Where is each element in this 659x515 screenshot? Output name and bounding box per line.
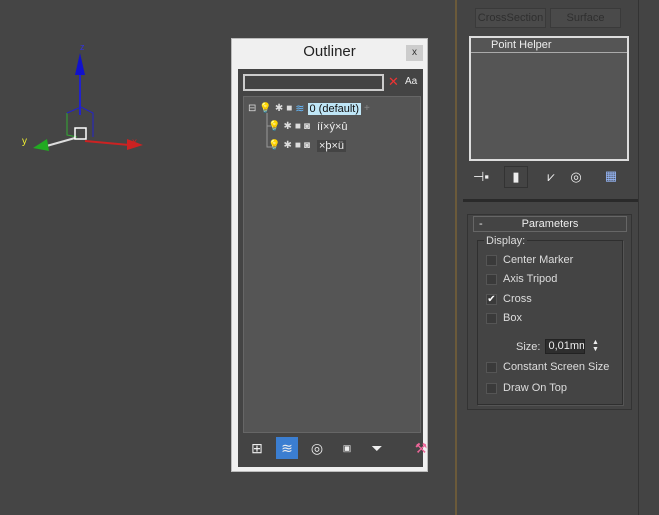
x-axis-label: x	[132, 137, 137, 148]
checkbox-label: Draw On Top	[503, 382, 567, 394]
checkmark-icon[interactable]: ✔	[486, 293, 497, 305]
make-unique-icon[interactable]: ◎	[568, 169, 584, 185]
size-spinner[interactable]: ▲ ▼	[590, 339, 600, 354]
tree-item-layer-default[interactable]: ⊟ 💡 ✱ ■ ≋ 0 (default) +	[248, 101, 370, 116]
outliner-window: Outliner x ✕ Aa ⊟ 💡 ✱ ■ ≋ 0 (default) + 💡 ✱ ■ ◙ íí…	[231, 38, 428, 472]
outliner-toolbar: ⊞ ≋ ◎ ▣ ⏷ ⚒	[246, 437, 432, 459]
layers-icon[interactable]: ≋	[276, 437, 298, 459]
modifier-active-icon[interactable]: ▮	[504, 166, 528, 188]
add-to-layer-icon[interactable]: +	[364, 103, 370, 114]
configure-modifier-sets-icon[interactable]: ▦	[602, 168, 620, 184]
checkbox-box[interactable]	[486, 273, 497, 285]
rollout-title: Parameters	[521, 218, 579, 230]
outliner-title: Outliner	[303, 43, 356, 60]
surface-button[interactable]: Surface	[550, 8, 621, 28]
constant-screen-size-checkbox[interactable]: Constant Screen Size	[486, 361, 609, 373]
panel-splitter[interactable]	[463, 199, 638, 202]
parameters-rollout-header[interactable]: - Parameters	[473, 216, 627, 232]
tree-item-object[interactable]: 💡 ✱ ■ ◙ íí×ý×û	[268, 119, 348, 134]
clear-search-icon[interactable]: ✕	[388, 74, 399, 90]
display-group: Display: Center Marker Axis Tripod ✔ Cros…	[477, 235, 623, 405]
outliner-tree[interactable]: ⊟ 💡 ✱ ■ ≋ 0 (default) + 💡 ✱ ■ ◙ íí×ý×û 💡 ✱ ■ ◙ ×þ×ü	[243, 96, 421, 433]
visibility-icon[interactable]: 💡	[268, 140, 280, 151]
visibility-icon[interactable]: 💡	[268, 121, 280, 132]
draw-on-top-checkbox[interactable]: Draw On Top	[486, 382, 567, 394]
panel-scrollbar[interactable]	[638, 0, 639, 515]
size-field: Size: 0,01mm ▲ ▼	[516, 339, 600, 354]
search-input[interactable]	[243, 74, 384, 91]
display-icon[interactable]: ◎	[306, 437, 328, 459]
outliner-body: ✕ Aa ⊟ 💡 ✱ ■ ≋ 0 (default) + 💡 ✱ ■ ◙ íí×ý×û 💡 ✱ ■ ◙ ×þ…	[238, 69, 427, 467]
center-marker-checkbox[interactable]: Center Marker	[486, 254, 573, 266]
helper-object-icon: ◙	[303, 121, 310, 132]
display-group-label: Display:	[484, 235, 528, 247]
box-checkbox[interactable]: Box	[486, 312, 522, 324]
checkbox-label: Cross	[503, 293, 532, 305]
freeze-icon[interactable]: ✱	[283, 140, 291, 151]
y-axis-label: y	[22, 136, 27, 147]
box-mode-icon[interactable]: ■	[295, 140, 301, 151]
tree-item-object[interactable]: 💡 ✱ ■ ◙ ×þ×ü	[268, 138, 347, 153]
box-mode-icon[interactable]: ■	[295, 121, 301, 132]
checkbox-label: Box	[503, 312, 522, 324]
pin-stack-icon[interactable]: ⊣▪	[472, 169, 490, 185]
cross-checkbox[interactable]: ✔ Cross	[486, 293, 532, 305]
checkbox-box[interactable]	[486, 312, 497, 324]
checkbox-box[interactable]	[486, 382, 497, 394]
show-end-result-icon[interactable]: ⩗	[543, 169, 559, 185]
tree-item-label[interactable]: ×þ×ü	[316, 139, 347, 152]
tree-item-label[interactable]: íí×ý×û	[317, 121, 348, 133]
match-case-toggle[interactable]: Aa	[405, 76, 417, 87]
size-input[interactable]: 0,01mm	[545, 339, 586, 354]
box-mode-icon[interactable]: ■	[286, 103, 292, 114]
tree-item-label[interactable]: 0 (default)	[307, 102, 362, 115]
modifier-stack-list[interactable]: Point Helper	[469, 36, 629, 161]
visibility-icon[interactable]: 💡	[259, 103, 271, 114]
checkbox-box[interactable]	[486, 361, 497, 373]
hierarchy-icon[interactable]: ⊞	[246, 437, 268, 459]
checkbox-label: Constant Screen Size	[503, 361, 610, 373]
freeze-icon[interactable]: ✱	[283, 121, 291, 132]
helper-object-icon: ◙	[303, 140, 310, 151]
z-axis-label: z	[80, 42, 85, 52]
collapse-icon[interactable]: ⊟	[248, 103, 256, 114]
checkbox-label: Axis Tripod	[503, 273, 558, 285]
stack-item-point-helper[interactable]: Point Helper	[471, 38, 627, 53]
filter-icon[interactable]: ⏷	[366, 437, 388, 459]
size-label: Size:	[516, 340, 541, 353]
pick-icon[interactable]: ⚒	[410, 437, 432, 459]
checkbox-label: Center Marker	[503, 254, 574, 266]
checkbox-box[interactable]	[486, 254, 497, 266]
close-button[interactable]: x	[406, 45, 423, 61]
collapse-toggle[interactable]: -	[479, 217, 483, 231]
layer-icon: ≋	[295, 103, 305, 115]
parameters-rollout: - Parameters Display: Center Marker Axis …	[467, 214, 632, 410]
freeze-icon[interactable]: ✱	[275, 103, 283, 114]
axis-tripod-checkbox[interactable]: Axis Tripod	[486, 273, 557, 285]
name-sort-icon[interactable]: ▣	[336, 437, 358, 459]
crosssection-button[interactable]: CrossSection	[475, 8, 546, 28]
